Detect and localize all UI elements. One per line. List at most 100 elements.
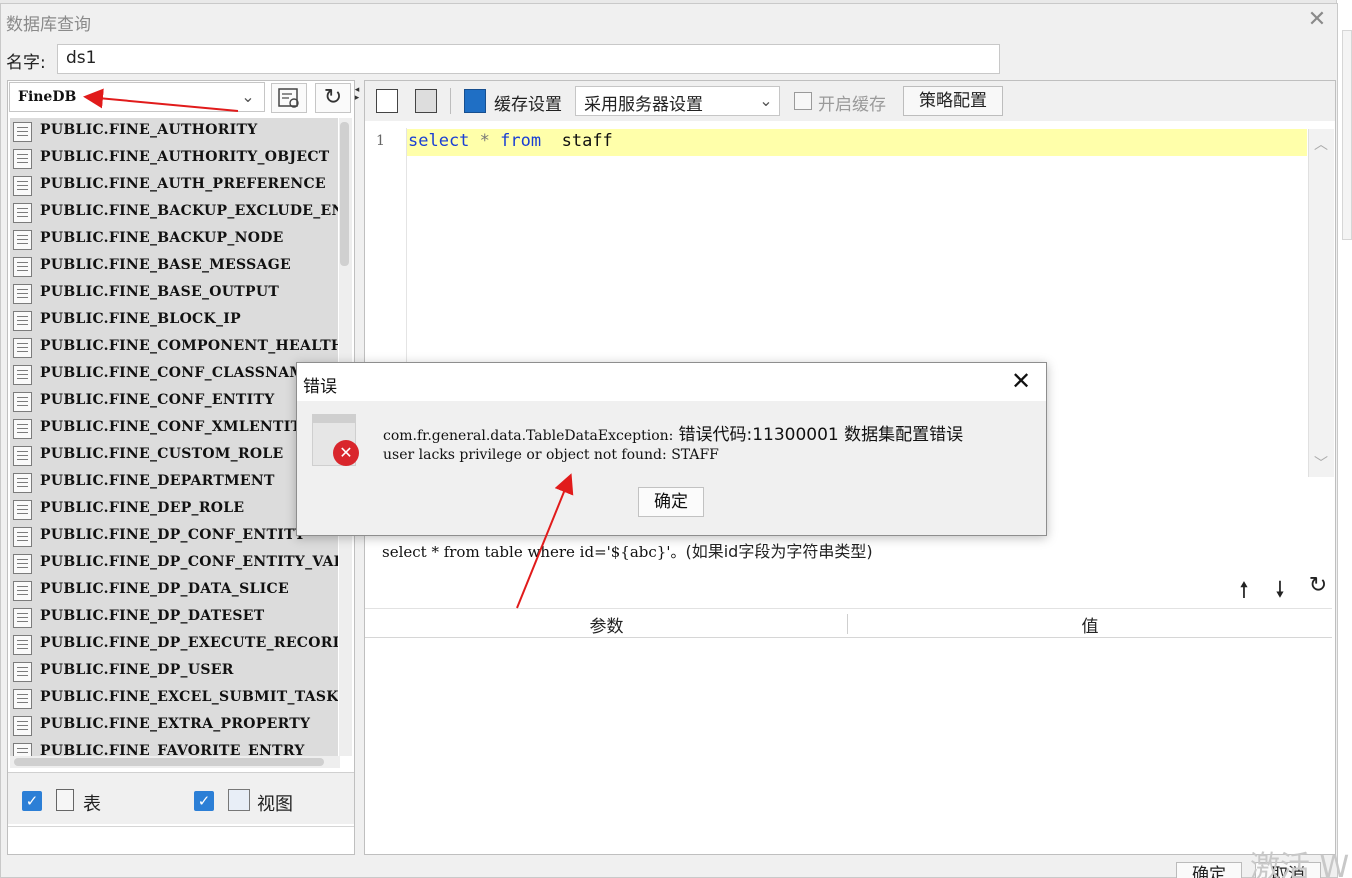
- table-name: PUBLIC.FINE_AUTH_PREFERENCE: [40, 176, 326, 192]
- table-icon: [13, 473, 32, 493]
- connection-select-value: FineDB: [18, 89, 77, 105]
- enable-cache-checkbox[interactable]: [794, 92, 812, 110]
- table-icon: [13, 365, 32, 385]
- table-name: PUBLIC.FINE_BASE_OUTPUT: [40, 284, 280, 300]
- table-list-item[interactable]: PUBLIC.FINE_CONF_CLASSNAME: [10, 361, 338, 388]
- error-icon: ✕: [333, 440, 359, 466]
- table-icon: [13, 176, 32, 196]
- name-label: 名字:: [6, 53, 46, 73]
- table-list-item[interactable]: PUBLIC.FINE_DP_EXECUTE_RECORD: [10, 631, 338, 658]
- table-name: PUBLIC.FINE_EXCEL_SUBMIT_TASK: [40, 689, 338, 705]
- table-list-item[interactable]: PUBLIC.FINE_CONF_ENTITY: [10, 388, 338, 415]
- table-list-item[interactable]: PUBLIC.FINE_DEP_ROLE: [10, 496, 338, 523]
- error-dialog-title: 错误: [303, 377, 337, 397]
- table-list-item[interactable]: PUBLIC.FINE_DP_CONF_ENTITY: [10, 523, 338, 550]
- table-list-item[interactable]: PUBLIC.FINE_BLOCK_IP: [10, 307, 338, 334]
- arrow-up-icon[interactable]: 🠕: [1232, 573, 1256, 611]
- toolbar-separator: [450, 88, 451, 114]
- close-icon[interactable]: ✕: [1303, 6, 1331, 34]
- chevron-down-icon[interactable]: ⌄: [754, 88, 778, 114]
- view-filter-checkbox[interactable]: ✓: [194, 791, 214, 811]
- table-name: PUBLIC.FINE_DP_CONF_ENTITY: [40, 527, 306, 543]
- table-list-scroll-thumb[interactable]: [340, 122, 349, 266]
- table-icon: [56, 789, 74, 811]
- error-ok-button[interactable]: 确定: [638, 487, 704, 517]
- table-icon: [13, 608, 32, 628]
- name-input[interactable]: ds1: [57, 44, 1000, 74]
- table-list-hscroll-thumb[interactable]: [14, 758, 324, 766]
- table-name: PUBLIC.FINE_BACKUP_EXCLUDE_ENTITY: [40, 203, 338, 219]
- table-filter-label: 表: [83, 794, 101, 815]
- table-list-item[interactable]: PUBLIC.FINE_DP_DATESET: [10, 604, 338, 631]
- table-icon: [13, 554, 32, 574]
- hint-text: (如果id字段为字符串类型): [685, 542, 873, 561]
- table-list-item[interactable]: PUBLIC.FINE_FAVORITE_ENTRY: [10, 739, 338, 756]
- editor-scrollbar[interactable]: [1308, 129, 1334, 477]
- table-icon: [13, 203, 32, 223]
- table-list-item[interactable]: PUBLIC.FINE_BACKUP_NODE: [10, 226, 338, 253]
- table-icon: [13, 419, 32, 439]
- activation-watermark: 激活 W: [1250, 850, 1350, 878]
- table-list-item[interactable]: PUBLIC.FINE_BACKUP_EXCLUDE_ENTITY: [10, 199, 338, 226]
- refresh-icon[interactable]: ↻: [1306, 573, 1330, 598]
- strategy-config-button[interactable]: 策略配置: [903, 86, 1003, 116]
- table-list-item[interactable]: PUBLIC.FINE_COMPONENT_HEALTH: [10, 334, 338, 361]
- table-list-item[interactable]: PUBLIC.FINE_AUTHORITY: [10, 118, 338, 145]
- table-list-item[interactable]: PUBLIC.FINE_AUTHORITY_OBJECT: [10, 145, 338, 172]
- table-name: PUBLIC.FINE_EXTRA_PROPERTY: [40, 716, 311, 732]
- view-filter-label: 视图: [257, 794, 293, 815]
- table-name: PUBLIC.FINE_BLOCK_IP: [40, 311, 241, 327]
- table-icon: [13, 311, 32, 331]
- table-name: PUBLIC.FINE_BASE_MESSAGE: [40, 257, 291, 273]
- value-column-header[interactable]: 值: [848, 612, 1332, 637]
- chevron-down-icon[interactable]: ⌄: [236, 84, 260, 110]
- sql-keyword: from: [500, 131, 542, 151]
- error-message-line2: user lacks privilege or object not found…: [383, 447, 719, 463]
- table-icon: [13, 689, 32, 709]
- table-list-item[interactable]: PUBLIC.FINE_CONF_XMLENTITY: [10, 415, 338, 442]
- table-name: PUBLIC.FINE_CONF_CLASSNAME: [40, 365, 317, 381]
- table-icon: [13, 716, 32, 736]
- hint-code: select * from table where id='${abc}'。: [382, 543, 686, 561]
- table-filter-checkbox[interactable]: ✓: [22, 791, 42, 811]
- table-icon: [13, 284, 32, 304]
- table-name: PUBLIC.FINE_AUTHORITY_OBJECT: [40, 149, 330, 165]
- table-list-item[interactable]: PUBLIC.FINE_BASE_MESSAGE: [10, 253, 338, 280]
- param-column-header[interactable]: 参数: [365, 612, 848, 637]
- ok-button[interactable]: 确定: [1176, 862, 1242, 878]
- enable-cache-label: 开启缓存: [818, 95, 886, 115]
- table-name: PUBLIC.FINE_CONF_XMLENTITY: [40, 419, 312, 435]
- arrow-down-icon[interactable]: 🠗: [1268, 573, 1292, 611]
- edit-connection-icon: [278, 88, 299, 108]
- table-name: PUBLIC.FINE_DEPARTMENT: [40, 473, 275, 489]
- chevron-up-icon[interactable]: ︿: [1310, 134, 1332, 154]
- refresh-icon[interactable]: ↻: [315, 83, 351, 113]
- table-list-item[interactable]: PUBLIC.FINE_DP_DATA_SLICE: [10, 577, 338, 604]
- table-list-item[interactable]: PUBLIC.FINE_BASE_OUTPUT: [10, 280, 338, 307]
- table-list-item[interactable]: PUBLIC.FINE_EXCEL_SUBMIT_TASK: [10, 685, 338, 712]
- sql-code-line[interactable]: select * from staff: [408, 131, 613, 151]
- table-icon: [13, 257, 32, 277]
- table-list-item[interactable]: PUBLIC.FINE_DP_USER: [10, 658, 338, 685]
- connection-settings-button[interactable]: [271, 83, 307, 113]
- splitter-handle[interactable]: ◂ ▸: [352, 86, 362, 110]
- table-list-item[interactable]: PUBLIC.FINE_CUSTOM_ROLE: [10, 442, 338, 469]
- table-list-item[interactable]: PUBLIC.FINE_EXTRA_PROPERTY: [10, 712, 338, 739]
- preview-icon[interactable]: [376, 89, 398, 113]
- table-icon: [13, 338, 32, 358]
- parent-scrollbar[interactable]: [1342, 30, 1352, 240]
- dialog-title: 数据库查询: [6, 15, 91, 35]
- table-name: PUBLIC.FINE_DEP_ROLE: [40, 500, 245, 516]
- close-icon[interactable]: ✕: [1006, 366, 1036, 396]
- table-list-item[interactable]: PUBLIC.FINE_DEPARTMENT: [10, 469, 338, 496]
- table-list-item[interactable]: PUBLIC.FINE_DP_CONF_ENTITY_VALUE: [10, 550, 338, 577]
- sql-icon[interactable]: [415, 89, 437, 113]
- table-list: PUBLIC.FINE_AUTHORITY PUBLIC.FINE_AUTHORI…: [10, 118, 338, 756]
- parameter-hint: select * from table where id='${abc}'。(如…: [382, 538, 873, 562]
- chevron-down-icon[interactable]: ﹀: [1310, 453, 1332, 473]
- table-icon: [13, 581, 32, 601]
- table-icon: [13, 149, 32, 169]
- table-list-item[interactable]: PUBLIC.FINE_AUTH_PREFERENCE: [10, 172, 338, 199]
- cache-icon[interactable]: [464, 89, 486, 113]
- table-name: PUBLIC.FINE_CUSTOM_ROLE: [40, 446, 284, 462]
